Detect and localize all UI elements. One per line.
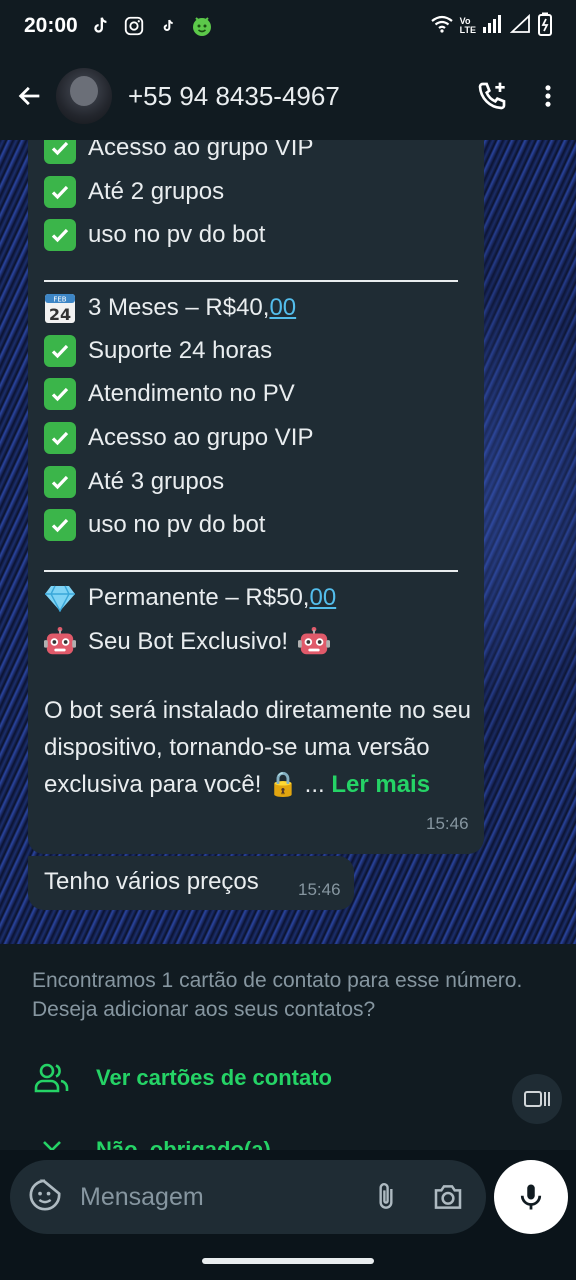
message-line-text: Permanente – R$50,: [88, 584, 310, 611]
message-line-text: uso no pv do bot: [88, 511, 266, 538]
chat-header: +55 94 8435-4967: [0, 52, 576, 140]
price-link[interactable]: 00: [309, 584, 336, 612]
contacts-icon: [32, 1058, 72, 1098]
message-line: Acesso ao grupo VIP: [44, 140, 313, 164]
more-vert-icon: [545, 85, 551, 107]
battery-icon: [538, 12, 552, 41]
check-mark-icon: [44, 378, 76, 410]
message-line: Atendimento no PV: [44, 378, 295, 410]
message-line-text: Acesso ao grupo VIP: [88, 424, 314, 451]
message-line: Até 2 grupos: [44, 176, 224, 208]
attach-icon[interactable]: [362, 1173, 410, 1221]
add-call-icon: [478, 82, 506, 110]
message-bubble-incoming[interactable]: Acesso ao grupo VIP Até 2 grupos uso no …: [28, 140, 484, 854]
message-line: FEB 24 3 Meses – R$40, 00: [44, 292, 296, 324]
sticker-icon[interactable]: [28, 1178, 62, 1217]
message-line-text: Suporte 24 horas: [88, 337, 273, 364]
check-mark-icon: [44, 140, 76, 164]
message-line: Permanente – R$50, 00: [44, 582, 336, 614]
status-bar: 20:00 Vo LTE: [0, 0, 576, 52]
divider-line: [44, 280, 458, 282]
check-mark-icon: [44, 219, 76, 251]
message-line-text: Até 3 grupos: [88, 468, 225, 495]
message-time: 15:46: [298, 880, 341, 899]
price-link[interactable]: 00: [269, 294, 296, 322]
app-notification-icon: [190, 14, 214, 38]
message-line-text: Acesso ao grupo VIP: [88, 140, 314, 161]
robot-icon: [298, 626, 331, 658]
message-paragraph: O bot será instalado diretamente no seu …: [44, 692, 474, 803]
calendar-icon: FEB 24: [44, 292, 76, 324]
message-line-text: Atendimento no PV: [88, 380, 295, 407]
message-placeholder[interactable]: Mensagem: [80, 1183, 362, 1212]
tiktok-icon: [88, 14, 112, 38]
back-arrow-icon: [18, 86, 40, 106]
diamond-icon: [44, 582, 76, 614]
message-line: Seu Bot Exclusivo!: [44, 626, 331, 658]
contact-card-info: Encontramos 1 cartão de contato para ess…: [32, 969, 523, 1021]
check-mark-icon: [44, 422, 76, 454]
microphone-button[interactable]: [494, 1160, 568, 1234]
wifi-icon: [430, 14, 454, 39]
check-mark-icon: [44, 466, 76, 498]
volte-indicator: Vo LTE: [460, 17, 476, 35]
message-line-text: Até 2 grupos: [88, 178, 225, 205]
message-text: Tenho vários preços: [44, 868, 259, 895]
microphone-icon: [520, 1184, 542, 1210]
signal-empty-icon: [509, 13, 532, 39]
message-line: Acesso ao grupo VIP: [44, 422, 313, 454]
view-contact-cards-label: Ver cartões de contato: [96, 1065, 332, 1090]
volte-bottom: LTE: [459, 25, 476, 35]
view-contact-cards-button[interactable]: Ver cartões de contato: [32, 1058, 332, 1098]
more-options-button[interactable]: [520, 68, 576, 124]
message-bubble-incoming[interactable]: Tenho vários preços 15:46: [28, 856, 354, 910]
message-line: uso no pv do bot: [44, 509, 265, 541]
tiktok-lite-icon: [156, 14, 180, 38]
message-line-text: uso no pv do bot: [88, 221, 266, 248]
contact-card-panel: Encontramos 1 cartão de contato para ess…: [0, 944, 576, 1162]
message-time: 15:46: [426, 814, 469, 833]
contact-name[interactable]: +55 94 8435-4967: [128, 81, 464, 112]
status-right: Vo LTE: [430, 12, 552, 41]
message-line-text: Seu Bot Exclusivo!: [88, 628, 289, 655]
calendar-day: 24: [49, 305, 71, 324]
message-line-text: 3 Meses – R$40,: [88, 294, 270, 321]
gesture-navigation-handle[interactable]: [202, 1258, 374, 1264]
panel-toggle-icon: [524, 1091, 550, 1107]
message-input-field[interactable]: Mensagem: [10, 1160, 486, 1234]
camera-icon[interactable]: [424, 1173, 472, 1221]
add-call-button[interactable]: [464, 68, 520, 124]
robot-icon: [44, 626, 76, 658]
message-line: uso no pv do bot: [44, 219, 265, 251]
message-line: Até 3 grupos: [44, 466, 224, 498]
check-mark-icon: [44, 509, 76, 541]
chat-area[interactable]: Acesso ao grupo VIP Até 2 grupos uso no …: [0, 140, 576, 944]
signal-icon: [482, 14, 504, 39]
message-line: Suporte 24 horas: [44, 335, 272, 367]
read-more-link[interactable]: Ler mais: [331, 771, 430, 798]
calendar-month: FEB: [53, 296, 66, 304]
instagram-icon: [122, 14, 146, 38]
avatar[interactable]: [56, 68, 112, 124]
status-time: 20:00: [24, 14, 78, 37]
divider-line: [44, 570, 458, 572]
check-mark-icon: [44, 176, 76, 208]
back-button[interactable]: [4, 70, 56, 122]
scroll-down-button[interactable]: [512, 1074, 562, 1124]
check-mark-icon: [44, 335, 76, 367]
